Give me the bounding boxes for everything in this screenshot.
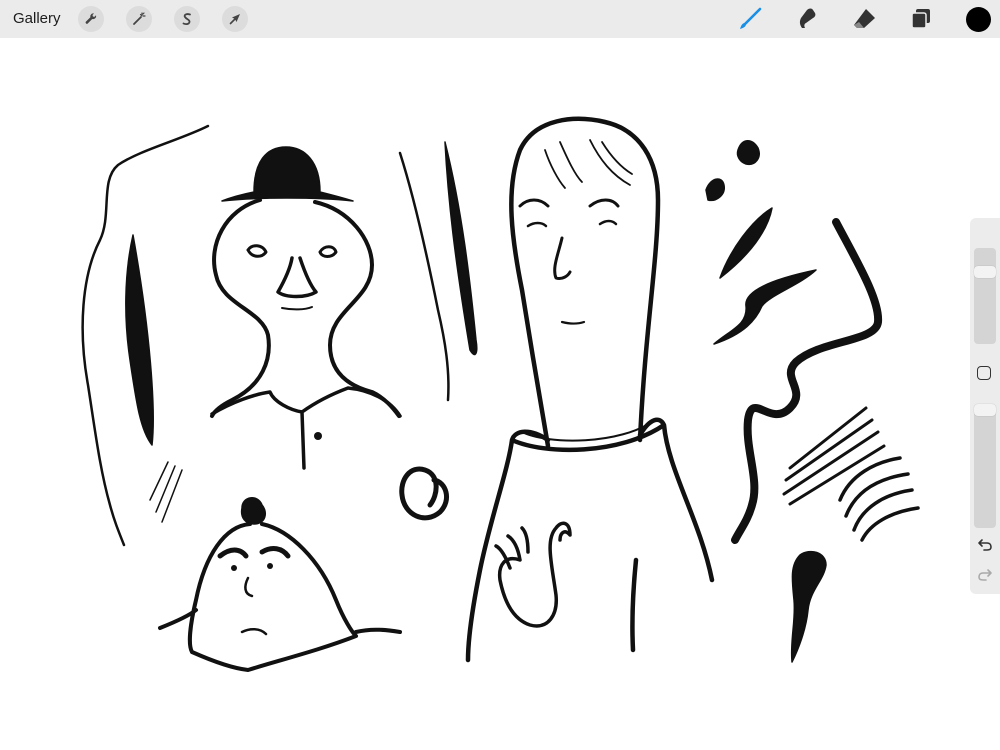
- stroke-spiral: [399, 466, 450, 521]
- stroke-tall-eye-left: [526, 221, 548, 228]
- drawing-canvas[interactable]: [0, 38, 1000, 750]
- stroke-tall-head: [509, 116, 661, 449]
- smudge-icon[interactable]: [793, 5, 821, 33]
- stroke-tall-eye-right: [598, 219, 618, 226]
- magic-wand-icon[interactable]: [126, 6, 152, 32]
- stroke-hat-man-eye-left: [246, 244, 268, 258]
- stroke-collar: [210, 386, 402, 470]
- stroke-hatch-lines: [782, 406, 886, 506]
- stroke-blob-top: [736, 140, 760, 166]
- stroke-hat-man-eye-right: [318, 245, 338, 258]
- redo-icon[interactable]: [976, 566, 994, 584]
- stroke-tall-brow-right: [588, 198, 620, 208]
- opacity-thumb[interactable]: [974, 404, 996, 416]
- brush-size-thumb[interactable]: [974, 266, 996, 278]
- selection-s-icon[interactable]: [174, 6, 200, 32]
- stroke-arcs: [838, 456, 920, 542]
- stroke-bun-brow-left: [217, 547, 249, 559]
- stroke-hat-man-head: [210, 198, 271, 418]
- brush-size-slider[interactable]: [974, 248, 996, 344]
- stroke-diag-thick: [444, 141, 478, 356]
- stroke-bun-brow-right: [259, 546, 291, 559]
- stroke-small-hatch: [149, 461, 183, 523]
- stroke-left-bar: [125, 234, 154, 446]
- stroke-bun-eye-right: [267, 563, 273, 569]
- stroke-hat: [221, 146, 354, 202]
- stroke-swan-hand: [494, 521, 572, 628]
- stroke-hat-man-nose: [276, 256, 318, 299]
- stroke-tall-brow-left: [518, 198, 550, 208]
- brush-icon[interactable]: [736, 5, 764, 33]
- wrench-icon[interactable]: [78, 6, 104, 32]
- stroke-spike: [719, 207, 773, 279]
- stroke-tall-mouth: [560, 320, 586, 325]
- square-modify-icon[interactable]: [977, 366, 991, 380]
- stroke-hat-man-mouth: [281, 306, 313, 311]
- stroke-sweater: [465, 417, 715, 663]
- stroke-bun: [240, 497, 267, 525]
- eraser-icon[interactable]: [850, 5, 878, 33]
- stroke-bun-eye-left: [231, 565, 237, 571]
- stroke-tall-hair: [544, 139, 633, 189]
- layers-icon[interactable]: [907, 5, 935, 33]
- stroke-tree: [790, 550, 827, 663]
- stroke-button: [314, 432, 322, 440]
- stroke-bun-nose: [244, 576, 254, 598]
- color-swatch[interactable]: [966, 7, 991, 32]
- stroke-blob-small: [705, 178, 725, 202]
- stroke-diag-thin: [398, 151, 450, 402]
- stroke-wave-arm: [713, 269, 817, 345]
- undo-icon[interactable]: [976, 536, 994, 554]
- stroke-bun-head: [158, 522, 402, 672]
- stroke-hat-man-head-right: [313, 200, 401, 418]
- gallery-button[interactable]: Gallery: [13, 10, 61, 27]
- stroke-tall-nose: [553, 236, 572, 280]
- right-sidebar: [970, 218, 1000, 594]
- top-toolbar: Gallery: [0, 0, 1000, 38]
- stroke-bun-mouth: [240, 628, 268, 636]
- opacity-slider[interactable]: [974, 404, 996, 528]
- arrow-cursor-icon[interactable]: [222, 6, 248, 32]
